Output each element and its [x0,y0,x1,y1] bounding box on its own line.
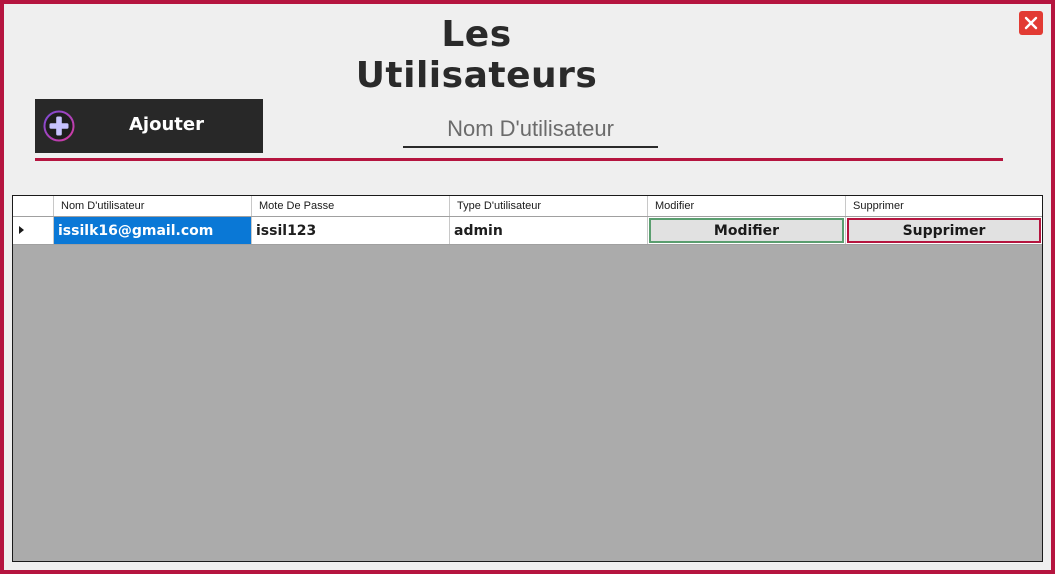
page-title: Les Utilisateurs [355,14,598,96]
column-header-modify[interactable]: Modifier [648,196,846,216]
accent-divider [35,158,1003,161]
column-header-delete[interactable]: Supprimer [846,196,1042,216]
cell-delete: Supprimer [846,217,1042,244]
users-table[interactable]: Nom D'utilisateur Mote De Passe Type D'u… [12,195,1043,562]
column-header-password[interactable]: Mote De Passe [252,196,450,216]
row-selector[interactable] [13,217,54,244]
close-icon [1024,16,1038,30]
close-button[interactable] [1019,11,1043,35]
add-user-button[interactable]: Ajouter [35,99,263,153]
column-header-user-type[interactable]: Type D'utilisateur [450,196,648,216]
cell-password[interactable]: issil123 [252,217,450,244]
column-header-username[interactable]: Nom D'utilisateur [54,196,252,216]
cell-username[interactable]: issilk16@gmail.com [54,217,252,244]
cell-modify: Modifier [648,217,846,244]
users-window: Les Utilisateurs Ajouter Nom D'utilisate… [0,0,1055,574]
modify-button[interactable]: Modifier [649,218,844,243]
username-search-input[interactable] [403,112,658,148]
table-header: Nom D'utilisateur Mote De Passe Type D'u… [13,196,1042,217]
row-header-corner [13,196,54,216]
add-user-label: Ajouter [129,114,204,135]
plus-circle-icon [43,110,75,142]
delete-button[interactable]: Supprimer [847,218,1041,243]
cell-user-type[interactable]: admin [450,217,648,244]
table-row[interactable]: issilk16@gmail.com issil123 admin Modifi… [13,217,1042,245]
current-row-arrow-icon [19,226,24,234]
